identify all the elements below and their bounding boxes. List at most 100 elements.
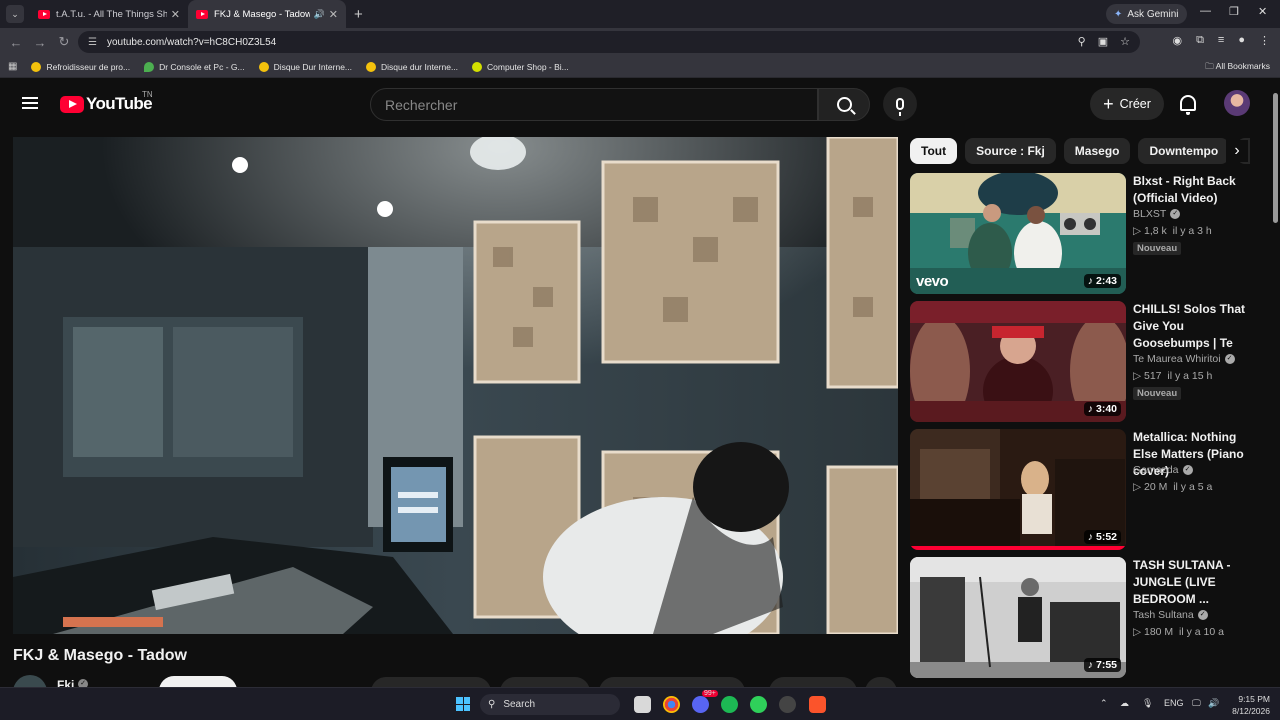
chevron-right-icon[interactable]: ›	[1226, 140, 1248, 162]
folder-icon: 🗀	[1205, 61, 1216, 71]
recommendation-title[interactable]: CHILLS! Solos That Give You Goosebumps |…	[1133, 301, 1263, 352]
discord-icon[interactable]	[692, 696, 709, 713]
url-bar[interactable]: ☰ youtube.com/watch?v=hC8CH0Z3L54 ⚲ ▣ ☆	[78, 31, 1140, 53]
microphone-tray-icon[interactable]: 🎙	[1142, 698, 1153, 709]
speaker-icon[interactable]: 🔊	[314, 9, 325, 20]
recommendation-item[interactable]: ♪ 3:40 CHILLS! Solos That Give You Gooseb…	[910, 301, 1266, 422]
verified-check-icon: ✓	[1224, 354, 1235, 364]
system-clock[interactable]: 9:15 PM 8/12/2026	[1226, 693, 1270, 717]
cloud-icon[interactable]: ☁	[1120, 698, 1129, 709]
recommendation-item[interactable]: ♪ 5:52 Metallica: Nothing Else Matters (P…	[910, 429, 1266, 550]
taskbar-search-label: Search	[503, 699, 536, 710]
scrollbar-thumb[interactable]	[1273, 93, 1278, 223]
recommendation-meta: ▷ 180 M il y a 10 a	[1133, 626, 1224, 638]
share-button[interactable]	[500, 677, 590, 687]
download-button[interactable]	[599, 677, 745, 687]
taskbar-search[interactable]: ⚲ Search	[480, 694, 620, 715]
chip-source-fkj[interactable]: Source : Fkj	[965, 138, 1056, 164]
windows-start-icon[interactable]	[456, 697, 470, 711]
app-green-icon[interactable]	[750, 696, 767, 713]
spotify-icon[interactable]	[721, 696, 738, 713]
page-scrollbar[interactable]	[1272, 81, 1280, 687]
user-avatar[interactable]	[1224, 90, 1250, 116]
reading-list-icon[interactable]: ≡	[1218, 34, 1224, 47]
browser-menu-icon[interactable]: ⋮	[1259, 34, 1270, 47]
bookmark-item[interactable]: Refroidisseur de pro...	[31, 61, 130, 72]
close-tab-icon[interactable]: ✕	[171, 8, 180, 21]
close-window-icon[interactable]: ✕	[1258, 5, 1267, 18]
verified-check-icon: ✓	[78, 679, 88, 687]
duration-badge: ♪ 5:52	[1083, 530, 1121, 544]
channel-avatar[interactable]	[13, 675, 47, 687]
chip-tout[interactable]: Tout	[910, 138, 958, 164]
recommendation-item[interactable]: ♪ 7:55 TASH SULTANA - JUNGLE (LIVE BEDROO…	[910, 557, 1266, 678]
recommendation-meta: ▷ 20 M il y a 5 a	[1133, 481, 1213, 493]
minimize-icon[interactable]: —	[1200, 5, 1211, 17]
hamburger-menu-icon[interactable]	[22, 97, 38, 109]
video-thumbnail[interactable]: vevo ♪ 2:43	[910, 173, 1126, 294]
verified-check-icon: ✓	[1197, 610, 1208, 620]
tab-search-menu-icon[interactable]: ⌄	[6, 5, 24, 23]
tab-fkj-masego[interactable]: FKJ & Masego - Tadow - YouTube 🔊 ✕	[188, 0, 346, 28]
create-button[interactable]: + Créer	[1090, 88, 1164, 120]
brave-icon[interactable]	[809, 696, 826, 713]
ask-gemini-button[interactable]: ✦ Ask Gemini	[1106, 4, 1187, 24]
watched-progress-bar	[910, 546, 1126, 550]
chevron-up-icon[interactable]: ⌃	[1100, 698, 1108, 709]
close-tab-icon[interactable]: ✕	[329, 8, 338, 21]
voice-search-button[interactable]	[883, 87, 917, 121]
bookmark-item[interactable]: Disque Dur Interne...	[258, 61, 352, 72]
recommendation-meta: ▷ 517 il y a 15 h	[1133, 370, 1213, 382]
steam-icon[interactable]	[779, 696, 796, 713]
bookmark-item[interactable]: Dr Console et Pc - G...	[144, 61, 245, 72]
windows-taskbar: ⚲ Search 99+ ⌃ ☁ 🎙 ENG 🖵 🔊 9:15 PM 8/12/…	[0, 687, 1280, 720]
extensions-puzzle-icon[interactable]: ⧉	[1196, 34, 1204, 47]
recommendation-channel[interactable]: Gamazda ✓	[1133, 464, 1193, 476]
forward-icon[interactable]: →	[28, 35, 52, 50]
duration-badge: ♪ 7:55	[1083, 658, 1121, 672]
video-thumbnail[interactable]: ♪ 5:52	[910, 429, 1126, 550]
recommendation-title[interactable]: TASH SULTANA - JUNGLE (LIVE BEDROOM ...	[1133, 557, 1263, 608]
bookmark-item[interactable]: Disque dur Interne...	[366, 61, 458, 72]
extension-icon[interactable]: ◉	[1172, 34, 1182, 47]
reload-icon[interactable]: ↻	[52, 34, 76, 50]
file-explorer-icon[interactable]	[634, 696, 651, 713]
all-bookmarks-folder[interactable]: 🗀 All Bookmarks	[1205, 61, 1270, 75]
recommendation-title[interactable]: Blxst - Right Back (Official Video)	[1133, 173, 1263, 207]
recommendation-channel[interactable]: Tash Sultana ✓	[1133, 609, 1208, 621]
video-thumbnail[interactable]: ♪ 3:40	[910, 301, 1126, 422]
video-player[interactable]	[13, 137, 898, 634]
bookmark-item[interactable]: Computer Shop - Bi...	[472, 61, 569, 72]
video-thumbnail[interactable]: ♪ 7:55	[910, 557, 1126, 678]
recommendation-channel[interactable]: BLXST ✓	[1133, 208, 1181, 220]
subscribe-button[interactable]	[159, 676, 237, 687]
new-tab-icon[interactable]: +	[354, 6, 363, 23]
zoom-icon[interactable]: ⚲	[1078, 35, 1086, 48]
clip-button[interactable]	[769, 677, 857, 687]
profile-icon[interactable]: ●	[1238, 34, 1245, 47]
recommendation-item[interactable]: vevo ♪ 2:43 Blxst - Right Back (Official …	[910, 173, 1266, 294]
like-dislike-button[interactable]	[371, 677, 491, 687]
restore-icon[interactable]: ❐	[1229, 5, 1239, 18]
bookmark-star-icon[interactable]: ☆	[1120, 35, 1130, 48]
search-button[interactable]	[818, 88, 870, 121]
chrome-icon[interactable]	[663, 696, 680, 713]
network-icon[interactable]: 🖵	[1192, 698, 1201, 709]
duration-badge: ♪ 3:40	[1083, 402, 1121, 416]
more-actions-button[interactable]	[865, 677, 897, 687]
browser-tab-bar: ⌄ t.A.T.u. - All The Things She Said ✕ F…	[0, 0, 1280, 28]
volume-icon[interactable]: 🔊	[1208, 698, 1219, 709]
channel-name[interactable]: Fkj	[57, 678, 74, 687]
search-input[interactable]: Rechercher	[370, 88, 818, 121]
tab-tatu[interactable]: t.A.T.u. - All The Things She Said ✕	[30, 0, 188, 28]
youtube-logo[interactable]: YouTube TN	[60, 90, 153, 114]
site-info-icon[interactable]: ☰	[88, 37, 97, 48]
chip-masego[interactable]: Masego	[1063, 138, 1131, 164]
apps-grid-icon[interactable]: ▦	[8, 61, 17, 72]
notifications-bell-icon[interactable]	[1180, 95, 1196, 115]
cast-icon[interactable]: ▣	[1098, 35, 1108, 48]
chip-downtempo[interactable]: Downtempo	[1138, 138, 1230, 164]
back-icon[interactable]: ←	[4, 35, 28, 50]
recommendation-channel[interactable]: Te Maurea Whiritoi ✓	[1133, 353, 1235, 365]
language-indicator[interactable]: ENG	[1164, 698, 1184, 708]
